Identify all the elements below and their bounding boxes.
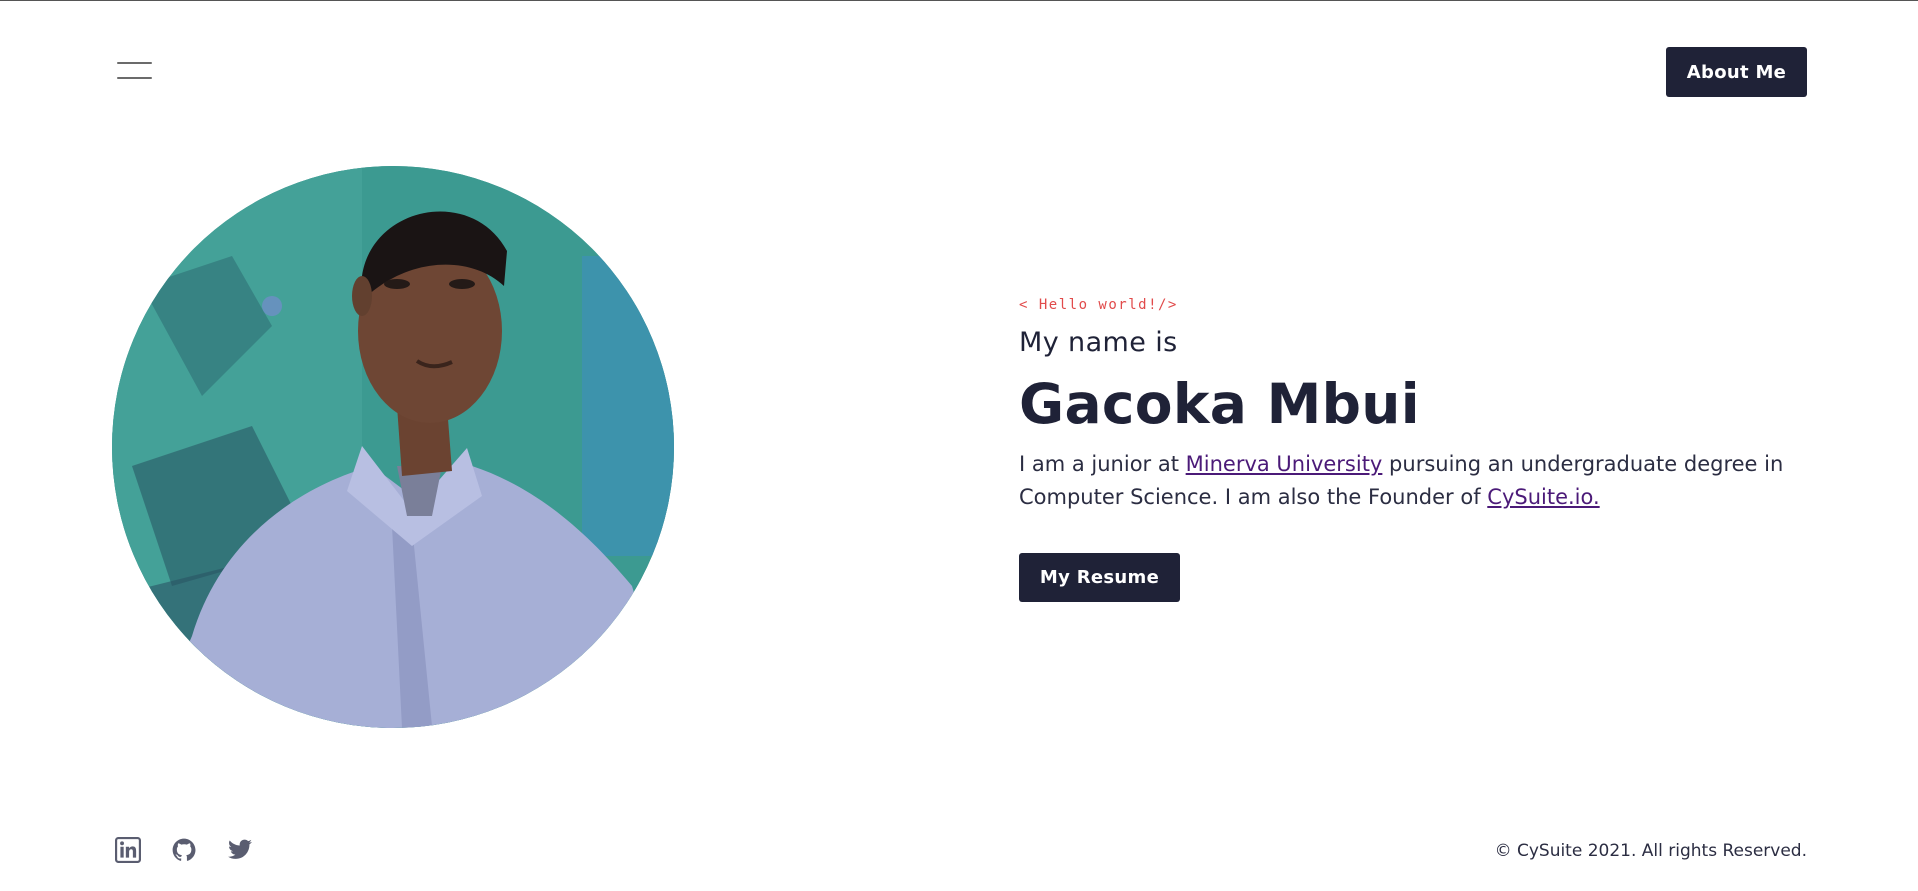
linkedin-icon[interactable]	[115, 837, 141, 863]
about-me-button[interactable]: About Me	[1666, 47, 1807, 97]
profile-photo	[112, 166, 674, 728]
bio-paragraph: I am a junior at Minerva University purs…	[1019, 448, 1819, 514]
company-link[interactable]: CySuite.io.	[1487, 485, 1599, 509]
resume-button[interactable]: My Resume	[1019, 553, 1180, 602]
bio-prefix: I am a junior at	[1019, 452, 1186, 476]
greeting-text: < Hello world!/>	[1019, 297, 1178, 313]
hero-section: < Hello world!/> My name is Gacoka Mbui …	[1019, 297, 1819, 514]
social-links	[115, 837, 253, 863]
github-icon[interactable]	[171, 837, 197, 863]
menu-bar-bottom	[117, 77, 152, 79]
intro-text: My name is	[1019, 327, 1178, 358]
university-link[interactable]: Minerva University	[1186, 452, 1383, 476]
copyright-text: © CySuite 2021. All rights Reserved.	[1494, 841, 1807, 861]
twitter-icon[interactable]	[227, 837, 253, 863]
profile-photo-illustration	[112, 166, 674, 728]
menu-bar-top	[117, 62, 152, 64]
person-name: Gacoka Mbui	[1019, 372, 1420, 436]
hamburger-menu-icon[interactable]	[117, 59, 152, 83]
